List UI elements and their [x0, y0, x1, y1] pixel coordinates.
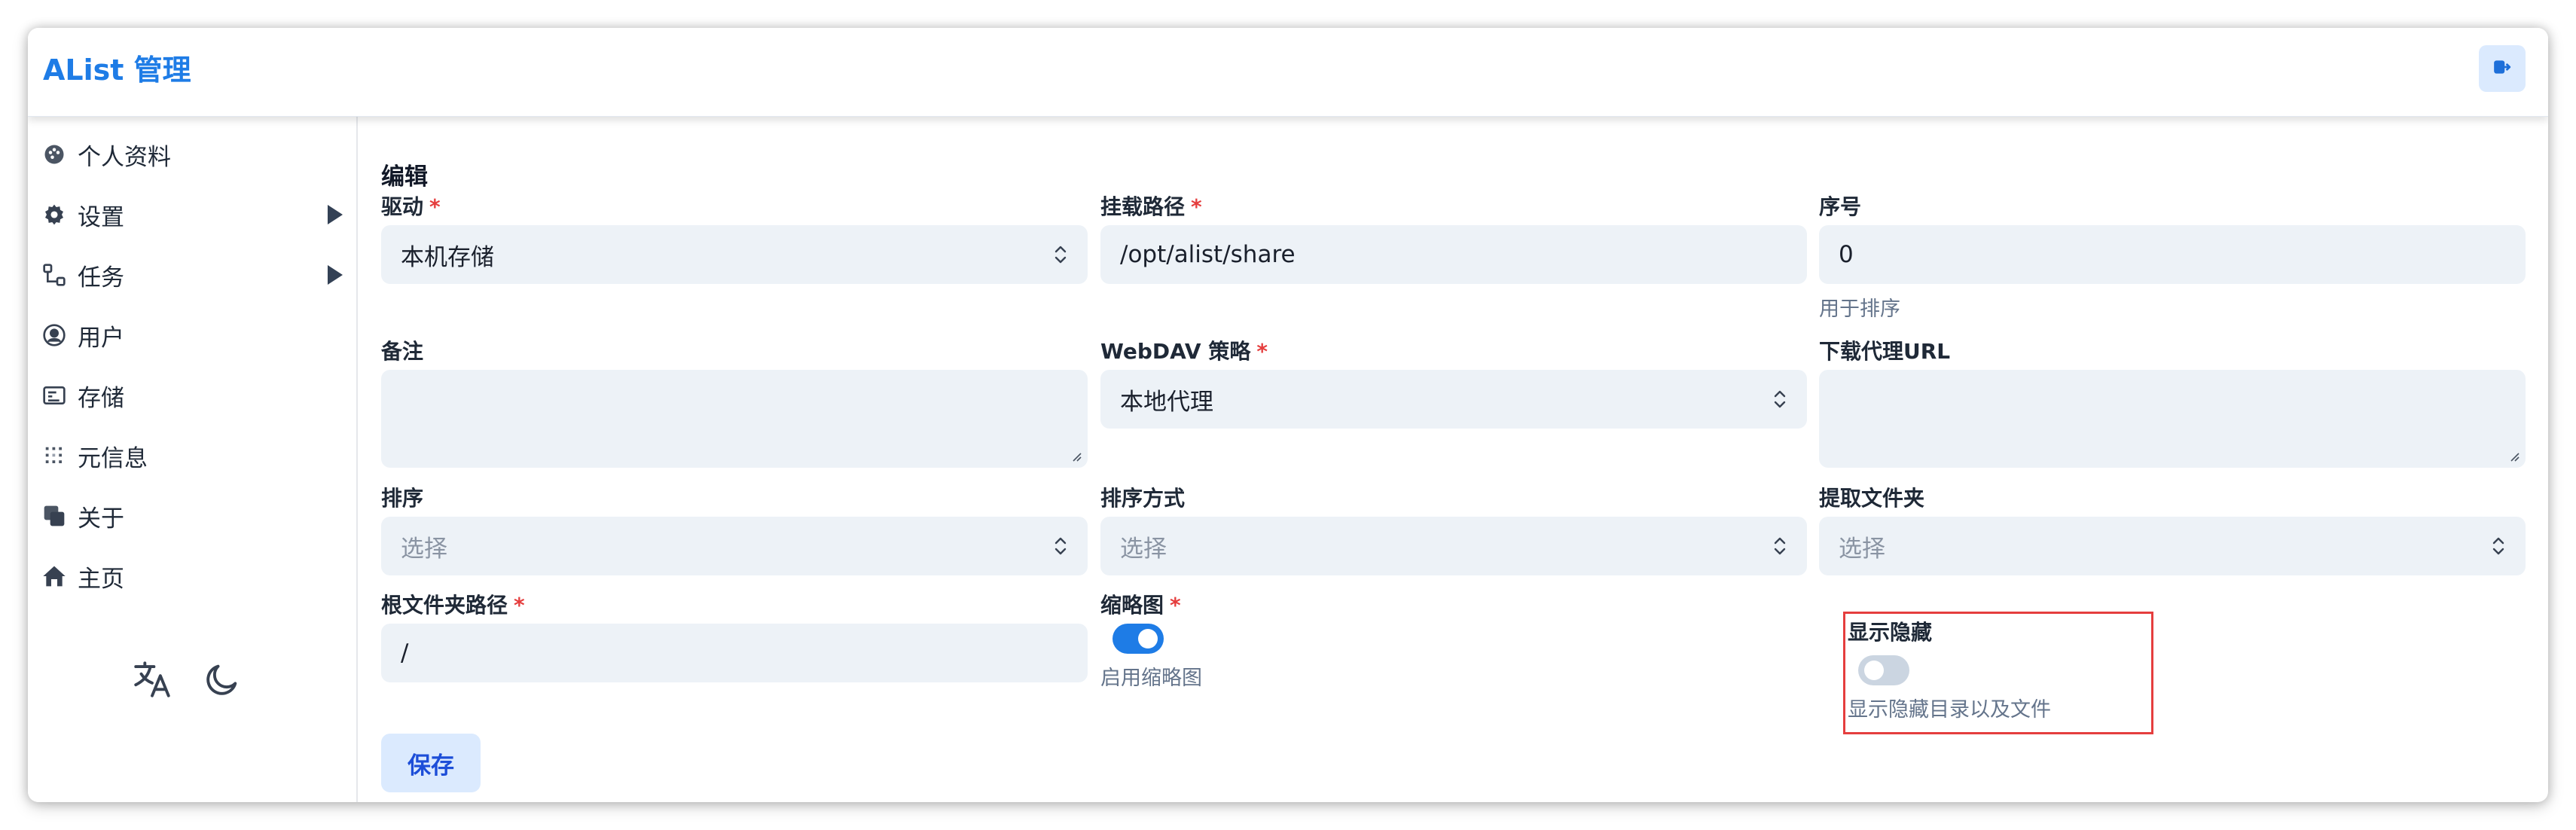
mount-path-label-text: 挂载路径 [1100, 194, 1186, 219]
show-hidden-help: 显示隐藏目录以及文件 [1848, 698, 2051, 722]
select-arrows-icon [1055, 537, 1067, 555]
order-by-placeholder: 选择 [401, 535, 447, 563]
thumbnail-label: 缩略图 * [1100, 589, 1181, 619]
root-folder-path-value: / [401, 639, 409, 667]
order-direction-placeholder: 选择 [1120, 535, 1167, 563]
chevron-right-icon[interactable] [328, 205, 343, 224]
remark-label: 备注 [381, 339, 424, 364]
resize-grip-icon[interactable] [1070, 450, 1082, 462]
show-hidden-label: 显示隐藏 [1848, 620, 1933, 645]
extract-folder-placeholder: 选择 [1839, 535, 1885, 563]
sidebar-item-storage[interactable]: 存储 [41, 373, 343, 418]
meta-icon [41, 443, 67, 468]
gear-icon [41, 202, 67, 227]
app-window: AList 管理 个人资料 设置 任务 用户 存储 元信息 关于 主页 编辑 驱… [28, 28, 2548, 802]
extract-folder-label: 提取文件夹 [1819, 486, 1925, 511]
toggle-knob [1138, 629, 1158, 648]
order-input[interactable]: 0 [1819, 225, 2526, 284]
webdav-policy-value: 本地代理 [1120, 388, 1213, 416]
app-title: AList 管理 [43, 53, 191, 87]
order-value: 0 [1839, 241, 1854, 268]
resize-grip-icon[interactable] [2507, 450, 2520, 462]
root-folder-path-label: 根文件夹路径 * [381, 589, 525, 619]
sidebar-item-label: 个人资料 [78, 143, 171, 171]
webdav-policy-label-text: WebDAV 策略 [1100, 339, 1251, 364]
sidebar-item-label: 关于 [78, 505, 124, 532]
sidebar-item-label: 用户 [78, 324, 124, 352]
driver-select[interactable]: 本机存储 [381, 225, 1088, 284]
sidebar-item-label: 任务 [78, 264, 124, 291]
order-by-label: 排序 [381, 486, 424, 511]
sidebar-item-label: 存储 [78, 384, 124, 412]
show-hidden-toggle[interactable] [1858, 655, 1909, 685]
mount-path-label: 挂载路径 * [1100, 191, 1202, 221]
sidebar-tools [130, 658, 242, 704]
logout-button[interactable] [2479, 45, 2526, 92]
sidebar-item-label: 设置 [78, 203, 124, 231]
root-folder-path-input[interactable]: / [381, 624, 1088, 682]
select-arrows-icon [1774, 537, 1786, 555]
chevron-right-icon[interactable] [328, 265, 343, 285]
sidebar-item-about[interactable]: 关于 [41, 493, 343, 539]
sidebar-item-profile[interactable]: 个人资料 [41, 132, 343, 177]
order-direction-select[interactable]: 选择 [1100, 517, 1807, 575]
sidebar-item-label: 元信息 [78, 444, 148, 472]
about-icon [41, 503, 67, 529]
driver-select-value: 本机存储 [401, 243, 494, 271]
save-button[interactable]: 保存 [381, 734, 481, 792]
tasks-icon [41, 262, 67, 288]
select-arrows-icon [2492, 537, 2504, 555]
top-header: AList 管理 [28, 28, 2548, 117]
required-marker: * [429, 194, 441, 219]
mount-path-value: /opt/alist/share [1120, 241, 1296, 268]
storage-icon [41, 383, 67, 408]
driver-label: 驱动 * [381, 191, 441, 221]
logout-icon [2492, 57, 2512, 80]
sidebar-item-users[interactable]: 用户 [41, 313, 343, 358]
sidebar-item-home[interactable]: 主页 [41, 554, 343, 599]
sidebar-item-meta[interactable]: 元信息 [41, 433, 343, 478]
driver-label-text: 驱动 [381, 194, 424, 219]
download-proxy-url-label: 下载代理URL [1819, 339, 1951, 364]
download-proxy-url-textarea[interactable] [1819, 370, 2526, 468]
user-icon [41, 322, 67, 348]
page-title: 编辑 [381, 163, 428, 191]
home-icon [41, 563, 67, 589]
translate-icon[interactable] [130, 658, 174, 704]
thumbnail-label-text: 缩略图 [1100, 593, 1164, 618]
required-marker: * [1191, 194, 1202, 219]
moon-icon[interactable] [203, 660, 242, 702]
mount-path-input[interactable]: /opt/alist/share [1100, 225, 1807, 284]
webdav-policy-select[interactable]: 本地代理 [1100, 370, 1807, 429]
sidebar-item-label: 主页 [78, 565, 124, 593]
root-folder-path-label-text: 根文件夹路径 [381, 593, 508, 618]
sidebar-item-tasks[interactable]: 任务 [41, 252, 343, 298]
webdav-policy-label: WebDAV 策略 * [1100, 335, 1268, 365]
required-marker: * [1170, 593, 1181, 618]
toggle-knob [1864, 661, 1884, 680]
select-arrows-icon [1774, 390, 1786, 408]
sidebar-item-settings[interactable]: 设置 [41, 192, 343, 237]
remark-textarea[interactable] [381, 370, 1088, 468]
order-direction-label: 排序方式 [1100, 486, 1186, 511]
required-marker: * [1256, 339, 1268, 364]
extract-folder-select[interactable]: 选择 [1819, 517, 2526, 575]
select-arrows-icon [1055, 246, 1067, 264]
required-marker: * [514, 593, 525, 618]
order-by-select[interactable]: 选择 [381, 517, 1088, 575]
main-content: 编辑 驱动 * 本机存储 挂载路径 * /opt/alist/share 序号 0 … [359, 117, 2548, 802]
profile-icon [41, 142, 67, 167]
order-help: 用于排序 [1819, 298, 1900, 321]
order-label: 序号 [1819, 194, 1862, 219]
thumbnail-help: 启用缩略图 [1100, 667, 1202, 690]
thumbnail-toggle[interactable] [1113, 624, 1164, 654]
sidebar: 个人资料 设置 任务 用户 存储 元信息 关于 主页 [28, 117, 358, 802]
